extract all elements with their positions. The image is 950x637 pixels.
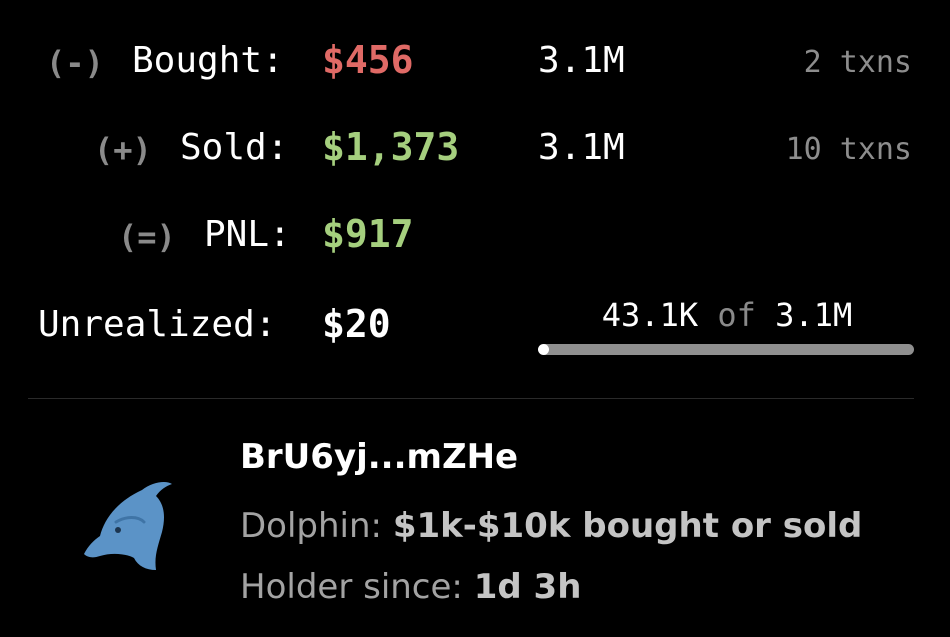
pnl-value: $917 [322, 212, 414, 256]
holder-since-value: 1d 3h [473, 567, 582, 607]
holder-tier-desc: $1k-$10k bought or sold [392, 506, 863, 546]
bought-txns: 2 txns [803, 45, 912, 80]
bought-row: (-) Bought: $456 3.1M 2 txns [0, 30, 950, 90]
sold-sign: (+) [94, 131, 152, 169]
holdings-of: of [717, 296, 756, 334]
unrealized-label: Unrealized: [38, 304, 277, 345]
sold-amount: 3.1M [538, 127, 625, 168]
bought-value: $456 [322, 38, 414, 82]
bought-sign: (-) [46, 44, 104, 82]
bought-amount: 3.1M [538, 40, 625, 81]
holdings-progress-bar [538, 344, 914, 355]
pnl-sign: (=) [118, 218, 176, 256]
dolphin-icon [84, 482, 172, 570]
wallet-address[interactable]: BrU6yj...mZHe [240, 437, 518, 477]
sold-row: (+) Sold: $1,373 3.1M 10 txns [0, 117, 950, 177]
holdings-total: 3.1M [775, 296, 853, 334]
holdings-caption: 43.1K of 3.1M [540, 296, 914, 334]
sold-value: $1,373 [322, 125, 460, 169]
holdings-held: 43.1K [601, 296, 699, 334]
sold-txns: 10 txns [785, 132, 912, 167]
holder-tier: Dolphin: $1k-$10k bought or sold [240, 506, 862, 546]
bought-label: Bought: [132, 40, 284, 81]
holder-since-label: Holder since: [240, 567, 463, 607]
dolphin-shape [84, 482, 172, 570]
sold-label: Sold: [180, 127, 289, 168]
section-divider [28, 398, 914, 399]
holdings-progress-fill [538, 344, 550, 355]
unrealized-value: $20 [322, 302, 391, 346]
pnl-label: PNL: [204, 214, 291, 255]
holder-since: Holder since: 1d 3h [240, 567, 581, 607]
holder-tier-label: Dolphin: [240, 506, 383, 546]
pnl-row: (=) PNL: $917 [0, 204, 950, 264]
